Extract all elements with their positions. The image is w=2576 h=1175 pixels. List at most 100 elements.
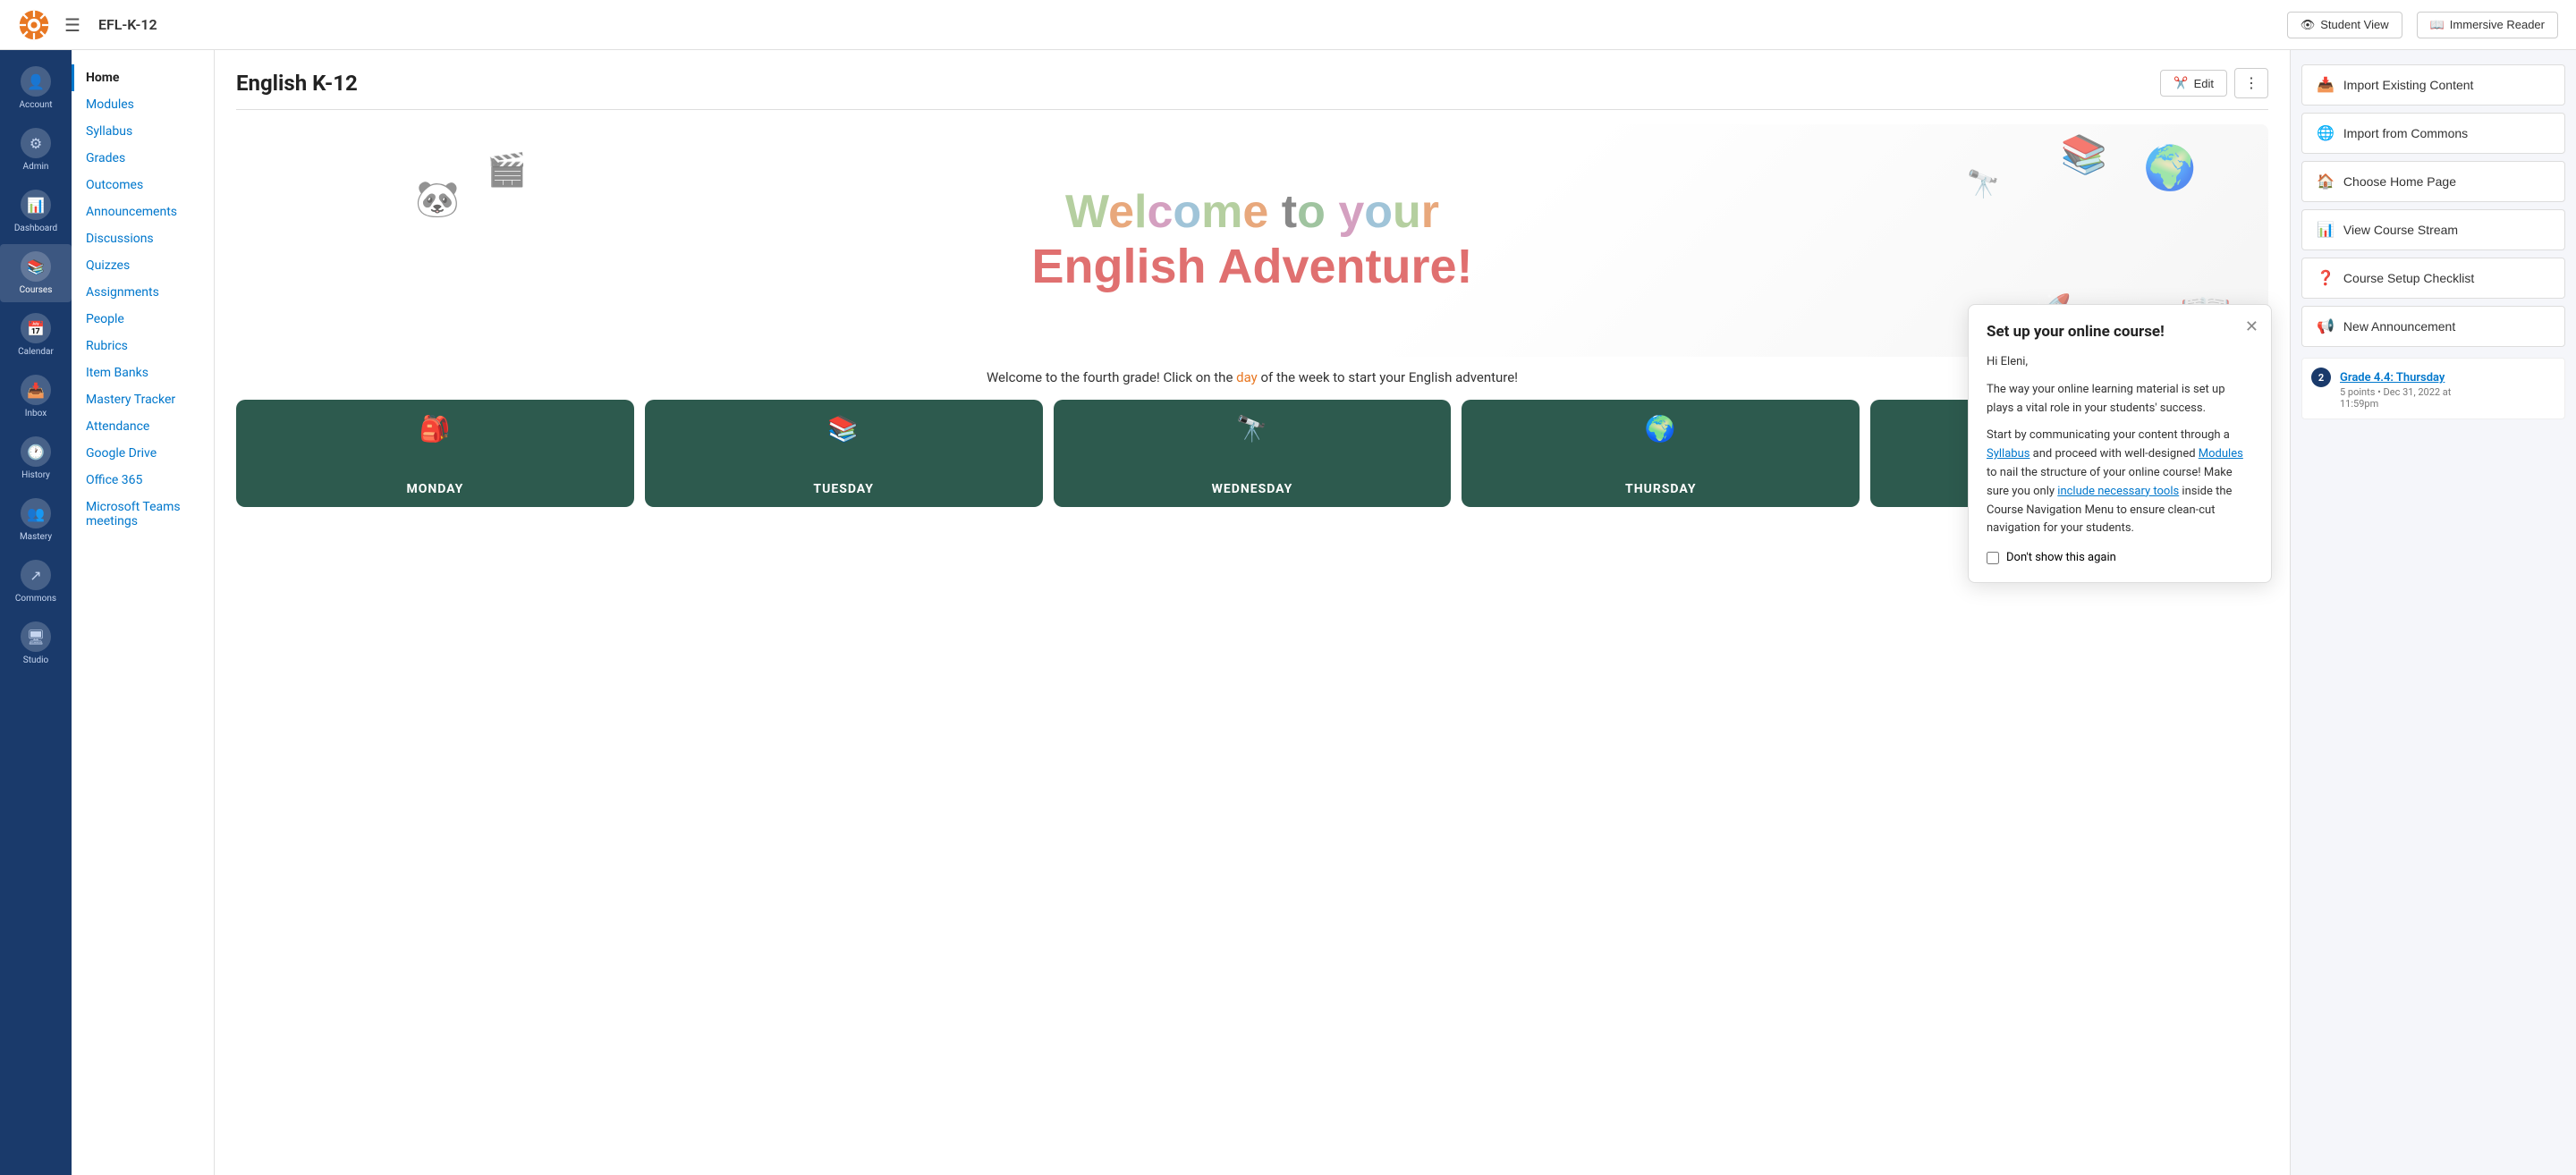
- sidenav-home[interactable]: Home: [72, 64, 214, 91]
- sidenav-rubrics[interactable]: Rubrics: [72, 333, 214, 359]
- course-banner: Welcome to your English Adventure! 🌍 📚 📖…: [236, 124, 2268, 357]
- welcome-message: Welcome to the fourth grade! Click on th…: [236, 369, 2268, 385]
- book-decoration: 📚: [2061, 133, 2107, 177]
- nav-admin[interactable]: ⚙ Admin: [0, 121, 72, 179]
- panda-decoration: 🐼: [415, 178, 460, 220]
- sidenav-modules[interactable]: Modules: [72, 91, 214, 118]
- announcement-icon: 📢: [2317, 317, 2334, 335]
- sidenav-quizzes[interactable]: Quizzes: [72, 252, 214, 279]
- checklist-icon: ❓: [2317, 269, 2334, 287]
- popup-footer: Don't show this again: [1987, 551, 2253, 564]
- inbox-icon: 📥: [21, 375, 51, 405]
- popup-close-button[interactable]: ✕: [2245, 317, 2258, 336]
- topbar: ☰ EFL-K-12 👁 Student View 📖 Immersive Re…: [0, 0, 2576, 50]
- page-header: English K-12 ✂️ Edit ⋮: [236, 68, 2268, 98]
- tuesday-icon: 📚: [827, 414, 860, 444]
- nav-dashboard[interactable]: 📊 Dashboard: [0, 182, 72, 241]
- day-card-monday[interactable]: 🎒 MONDAY: [236, 400, 634, 507]
- sidenav-assignments[interactable]: Assignments: [72, 279, 214, 306]
- edit-icon: ✂️: [2174, 76, 2188, 90]
- dont-show-checkbox[interactable]: [1987, 552, 1999, 564]
- banner-welcome-line1: Welcome to your: [1031, 187, 1472, 238]
- tools-link[interactable]: include necessary tools: [2057, 485, 2179, 498]
- nav-account[interactable]: 👤 Account: [0, 59, 72, 117]
- sidenav-mastery-tracker[interactable]: Mastery Tracker: [72, 386, 214, 413]
- immersive-reader-icon: 📖: [2430, 18, 2445, 32]
- header-actions: ✂️ Edit ⋮: [2160, 68, 2268, 98]
- nav-calendar[interactable]: 📅 Calendar: [0, 306, 72, 364]
- setup-popup: Set up your online course! ✕ Hi Eleni, T…: [1968, 304, 2272, 583]
- more-options-button[interactable]: ⋮: [2234, 68, 2268, 98]
- immersive-reader-button[interactable]: 📖 Immersive Reader: [2417, 12, 2558, 38]
- sidenav-google-drive[interactable]: Google Drive: [72, 440, 214, 467]
- day-card-tuesday[interactable]: 📚 TUESDAY: [645, 400, 1043, 507]
- import-commons-icon: 🌐: [2317, 124, 2334, 142]
- icon-nav: 👤 Account ⚙ Admin 📊 Dashboard 📚 Courses …: [0, 50, 72, 1175]
- logo-icon: [18, 9, 50, 41]
- choose-home-page-button[interactable]: 🏠 Choose Home Page: [2301, 161, 2565, 202]
- sidenav-people[interactable]: People: [72, 306, 214, 333]
- sidenav-ms-teams[interactable]: Microsoft Teams meetings: [72, 494, 214, 535]
- studio-icon: 🖥: [21, 621, 51, 652]
- monday-icon: 🎒: [419, 414, 451, 444]
- mastery-icon: 👥: [21, 498, 51, 528]
- popup-body: Hi Eleni, The way your online learning m…: [1987, 353, 2253, 538]
- nav-mastery[interactable]: 👥 Mastery: [0, 491, 72, 549]
- popup-title: Set up your online course!: [1987, 323, 2253, 341]
- main-content: English K-12 ✂️ Edit ⋮ Welcome to your E…: [215, 50, 2290, 1175]
- course-stream-icon: 📊: [2317, 221, 2334, 239]
- thursday-icon: 🌍: [1645, 414, 1677, 444]
- telescope-decoration: 🔭: [1967, 169, 2000, 200]
- edit-button[interactable]: ✂️ Edit: [2160, 70, 2227, 97]
- sidenav-grades[interactable]: Grades: [72, 145, 214, 172]
- dashboard-icon: 📊: [21, 190, 51, 220]
- courses-icon: 📚: [21, 251, 51, 282]
- stream-item-meta: 5 points • Dec 31, 2022 at 11:59pm: [2340, 386, 2451, 410]
- modules-link[interactable]: Modules: [2199, 447, 2243, 461]
- nav-courses[interactable]: 📚 Courses: [0, 244, 72, 302]
- history-icon: 🕐: [21, 436, 51, 467]
- new-announcement-button[interactable]: 📢 New Announcement: [2301, 306, 2565, 347]
- nav-inbox[interactable]: 📥 Inbox: [0, 368, 72, 426]
- nav-history[interactable]: 🕐 History: [0, 429, 72, 487]
- import-commons-button[interactable]: 🌐 Import from Commons: [2301, 113, 2565, 154]
- nav-commons[interactable]: ↗ Commons: [0, 553, 72, 611]
- day-card-wednesday[interactable]: 🔭 WEDNESDAY: [1054, 400, 1452, 507]
- nav-studio[interactable]: 🖥 Studio: [0, 614, 72, 672]
- commons-icon: ↗: [21, 560, 51, 590]
- page-title: English K-12: [236, 71, 358, 96]
- sidenav-office365[interactable]: Office 365: [72, 467, 214, 494]
- clapper-decoration: 🎬: [487, 151, 527, 189]
- student-view-button[interactable]: 👁 Student View: [2287, 12, 2402, 38]
- account-icon: 👤: [21, 66, 51, 97]
- hamburger-icon[interactable]: ☰: [64, 14, 80, 36]
- day-card-thursday[interactable]: 🌍 THURSDAY: [1462, 400, 1860, 507]
- stream-badge: 2: [2311, 368, 2331, 387]
- side-nav: Home Modules Syllabus Grades Outcomes An…: [72, 50, 215, 1175]
- popup-body-line2: Start by communicating your content thro…: [1987, 427, 2253, 538]
- syllabus-link[interactable]: Syllabus: [1987, 447, 2029, 461]
- header-divider: [236, 109, 2268, 110]
- view-course-stream-button[interactable]: 📊 View Course Stream: [2301, 209, 2565, 250]
- right-panel: 📥 Import Existing Content 🌐 Import from …: [2290, 50, 2576, 1175]
- sidenav-discussions[interactable]: Discussions: [72, 225, 214, 252]
- calendar-icon: 📅: [21, 313, 51, 343]
- student-view-icon: 👁: [2301, 18, 2316, 32]
- banner-welcome-line2: English Adventure!: [1031, 239, 1472, 294]
- admin-icon: ⚙: [21, 128, 51, 158]
- sidenav-item-banks[interactable]: Item Banks: [72, 359, 214, 386]
- sidenav-syllabus[interactable]: Syllabus: [72, 118, 214, 145]
- course-setup-checklist-button[interactable]: ❓ Course Setup Checklist: [2301, 258, 2565, 299]
- sidenav-outcomes[interactable]: Outcomes: [72, 172, 214, 199]
- day-cards: 🎒 MONDAY 📚 TUESDAY 🔭 WEDNESDAY 🌍 THURSDA…: [236, 400, 2268, 507]
- globe-decoration: 🌍: [2143, 142, 2197, 193]
- import-existing-button[interactable]: 📥 Import Existing Content: [2301, 64, 2565, 106]
- dont-show-label: Don't show this again: [2006, 551, 2116, 564]
- import-existing-icon: 📥: [2317, 76, 2334, 94]
- sidenav-attendance[interactable]: Attendance: [72, 413, 214, 440]
- wednesday-icon: 🔭: [1236, 414, 1268, 444]
- choose-home-icon: 🏠: [2317, 173, 2334, 190]
- sidenav-announcements[interactable]: Announcements: [72, 199, 214, 225]
- stream-item-link[interactable]: Grade 4.4: Thursday: [2340, 371, 2445, 385]
- popup-body-line1: The way your online learning material is…: [1987, 381, 2253, 418]
